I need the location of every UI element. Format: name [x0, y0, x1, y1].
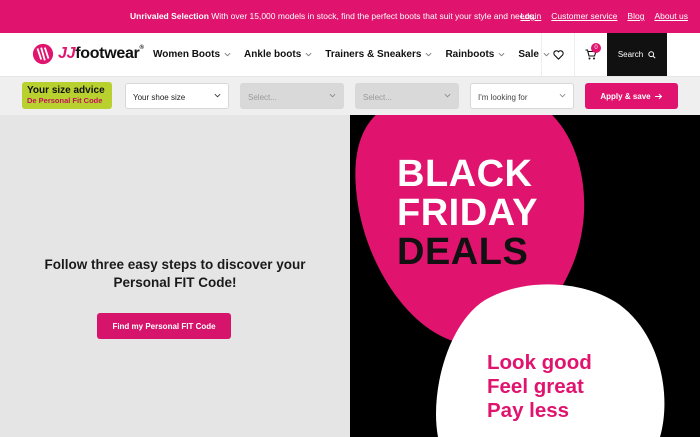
select-label: Select...	[363, 93, 392, 102]
arrow-right-icon	[654, 93, 662, 99]
nav-trainers-sneakers[interactable]: Trainers & Sneakers	[325, 49, 432, 60]
nav-rainboots[interactable]: Rainboots	[445, 49, 505, 60]
nav-label: Trainers & Sneakers	[325, 49, 422, 60]
black-friday-banner[interactable]: BLACK FRIDAY DEALS Look good Feel great …	[350, 115, 700, 437]
slogan: Look good Feel great Pay less	[487, 351, 592, 423]
looking-for-select[interactable]: I'm looking for	[470, 83, 574, 109]
chevron-down-icon	[224, 52, 231, 57]
top-links: Login Customer service Blog About us	[520, 11, 688, 21]
title-line-black: BLACK	[397, 153, 533, 195]
promo-bold: Unrivaled Selection	[130, 11, 209, 21]
logo-wordmark: JJfootwear®	[58, 45, 144, 63]
nav-women-boots[interactable]: Women Boots	[153, 49, 231, 60]
width-select[interactable]: Select...	[240, 83, 344, 109]
apply-label: Apply & save	[600, 91, 651, 101]
blog-link[interactable]: Blog	[627, 11, 644, 21]
nav-label: Sale	[518, 49, 539, 60]
title-line-friday: FRIDAY	[397, 192, 538, 234]
promo-message: Unrivaled Selection With over 15,000 mod…	[130, 11, 536, 21]
logo-jj: JJ	[58, 45, 76, 62]
chevron-down-icon	[444, 93, 451, 98]
promo-text: With over 15,000 models in stock, find t…	[208, 11, 536, 21]
black-friday-title: BLACK FRIDAY DEALS	[397, 155, 538, 272]
about-us-link[interactable]: About us	[654, 11, 688, 21]
logo-reg: ®	[139, 45, 144, 51]
select-label: I'm looking for	[478, 93, 528, 102]
login-link[interactable]: Login	[520, 11, 541, 21]
shoe-size-select[interactable]: Your shoe size	[125, 83, 229, 109]
nav-ankle-boots[interactable]: Ankle boots	[244, 49, 312, 60]
wishlist-button[interactable]	[541, 33, 574, 76]
nav-label: Ankle boots	[244, 49, 302, 60]
cart-button[interactable]: 0	[574, 33, 607, 76]
chevron-down-icon	[305, 52, 312, 57]
search-label: Search	[617, 50, 644, 59]
fit-select[interactable]: Select...	[355, 83, 459, 109]
search-icon	[648, 50, 656, 59]
chevron-down-icon	[329, 93, 336, 98]
fit-code-panel: Follow three easy steps to discover your…	[0, 115, 350, 437]
find-fit-code-button[interactable]: Find my Personal FIT Code	[97, 313, 231, 339]
search-button[interactable]: Search	[607, 33, 667, 76]
select-label: Select...	[248, 93, 277, 102]
cart-count-badge: 0	[591, 43, 601, 53]
size-advice-bar: Your size advice De Personal Fit Code Yo…	[0, 77, 700, 115]
promo-bar: Unrivaled Selection With over 15,000 mod…	[0, 0, 700, 33]
slogan-line-2: Feel great	[487, 375, 584, 398]
fit-code-headline: Follow three easy steps to discover your…	[44, 257, 306, 290]
customer-service-link[interactable]: Customer service	[551, 11, 617, 21]
advice-subtitle: De Personal Fit Code	[27, 96, 103, 105]
size-advice-badge: Your size advice De Personal Fit Code	[22, 82, 112, 109]
nav-label: Rainboots	[445, 49, 495, 60]
chevron-down-icon	[498, 52, 505, 57]
logo-icon	[32, 43, 54, 65]
main-nav: Women Boots Ankle boots Trainers & Sneak…	[153, 49, 550, 60]
chevron-down-icon	[559, 93, 566, 98]
slogan-line-1: Look good	[487, 351, 592, 374]
site-header: JJfootwear® Women Boots Ankle boots Trai…	[0, 33, 700, 77]
slogan-line-3: Pay less	[487, 399, 570, 422]
title-line-deals: DEALS	[397, 231, 529, 273]
logo-footwear: footwear	[75, 45, 140, 62]
advice-title: Your size advice	[27, 85, 105, 96]
logo[interactable]: JJfootwear®	[32, 43, 144, 65]
apply-save-button[interactable]: Apply & save	[585, 83, 678, 109]
chevron-down-icon	[426, 52, 432, 57]
heart-icon	[552, 49, 564, 60]
nav-label: Women Boots	[153, 49, 221, 60]
select-label: Your shoe size	[133, 93, 186, 102]
chevron-down-icon	[214, 93, 221, 98]
